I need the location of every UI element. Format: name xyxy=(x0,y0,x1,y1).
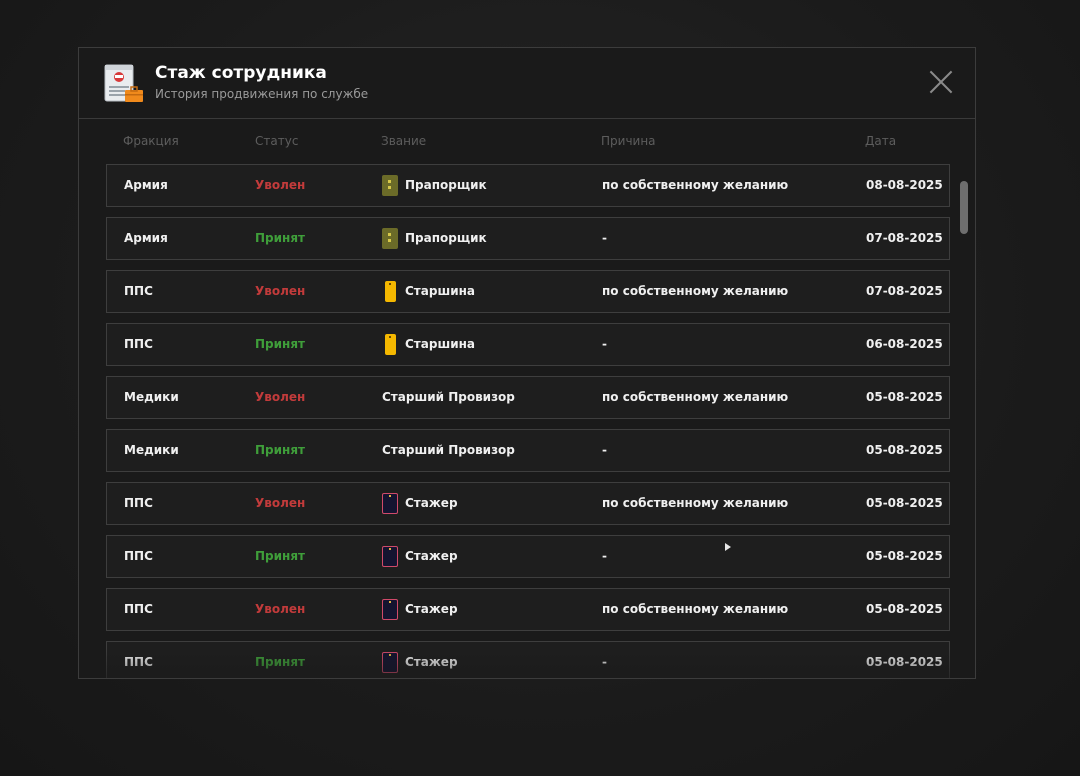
row-rank: Стажер xyxy=(405,549,458,563)
olive-shoulder-strap-icon xyxy=(382,175,398,196)
row-status: Уволен xyxy=(255,284,306,298)
row-faction: Медики xyxy=(124,443,179,457)
row-rank: Прапорщик xyxy=(405,178,487,192)
column-header-status: Статус xyxy=(255,134,299,148)
modal-header: Стаж сотрудника История продвижения по с… xyxy=(79,48,975,119)
row-date: 05-08-2025 xyxy=(866,549,943,563)
row-rank: Старшина xyxy=(405,337,475,351)
table-row[interactable]: ППС Принят Старшина - 06-08-2025 xyxy=(106,323,950,366)
row-reason: - xyxy=(602,655,607,669)
row-date: 05-08-2025 xyxy=(866,443,943,457)
row-date: 08-08-2025 xyxy=(866,178,943,192)
row-reason: по собственному желанию xyxy=(602,284,789,298)
row-rank: Стажер xyxy=(405,496,458,510)
row-date: 07-08-2025 xyxy=(866,231,943,245)
column-header-rank: Звание xyxy=(381,134,427,148)
row-reason: по собственному желанию xyxy=(602,602,789,616)
mouse-cursor xyxy=(725,543,731,551)
row-reason: - xyxy=(602,549,607,563)
row-faction: Армия xyxy=(124,178,168,192)
column-header-date: Дата xyxy=(865,134,897,148)
row-status: Принят xyxy=(255,549,305,563)
row-rank: Стажер xyxy=(405,602,458,616)
table-row[interactable]: ППС Уволен Старшина по собственному желанию… xyxy=(106,270,950,313)
history-list[interactable]: Армия Уволен Прапорщик по собственному жела… xyxy=(106,164,950,678)
row-rank: Стажер xyxy=(405,655,458,669)
row-status: Уволен xyxy=(255,178,306,192)
modal-subtitle: История продвижения по службе xyxy=(155,87,369,101)
row-reason: - xyxy=(602,443,607,457)
row-date: 05-08-2025 xyxy=(866,602,943,616)
close-icon[interactable] xyxy=(929,70,953,94)
row-rank: Старший Провизор xyxy=(382,443,515,457)
navy-shoulder-strap-icon xyxy=(382,546,398,567)
row-date: 05-08-2025 xyxy=(866,655,943,669)
navy-shoulder-strap-icon xyxy=(382,493,398,514)
employee-seniority-modal: Стаж сотрудника История продвижения по с… xyxy=(78,47,976,679)
table-row[interactable]: Армия Принят Прапорщик - 07-08-2025 xyxy=(106,217,950,260)
row-rank: Старший Провизор xyxy=(382,390,515,404)
row-faction: ППС xyxy=(124,496,153,510)
table-row[interactable]: Медики Принят Старший Провизор - 05-08-2025 xyxy=(106,429,950,472)
row-status: Уволен xyxy=(255,496,306,510)
navy-shoulder-strap-icon xyxy=(382,652,398,673)
table-row[interactable]: Армия Уволен Прапорщик по собственному жела… xyxy=(106,164,950,207)
row-reason: по собственному желанию xyxy=(602,178,789,192)
row-faction: Медики xyxy=(124,390,179,404)
table-row[interactable]: ППС Уволен Стажер по собственному желанию 05… xyxy=(106,482,950,525)
document-briefcase-icon xyxy=(104,64,143,102)
row-reason: по собственному желанию xyxy=(602,390,789,404)
row-faction: ППС xyxy=(124,284,153,298)
scrollbar-thumb[interactable] xyxy=(960,181,968,234)
row-date: 07-08-2025 xyxy=(866,284,943,298)
yellow-shoulder-strap-icon xyxy=(385,334,396,355)
row-rank: Прапорщик xyxy=(405,231,487,245)
column-header-faction: Фракция xyxy=(123,134,179,148)
row-status: Уволен xyxy=(255,602,306,616)
row-faction: Армия xyxy=(124,231,168,245)
column-header-reason: Причина xyxy=(601,134,656,148)
row-status: Уволен xyxy=(255,390,306,404)
olive-shoulder-strap-icon xyxy=(382,228,398,249)
row-reason: по собственному желанию xyxy=(602,496,789,510)
row-faction: ППС xyxy=(124,337,153,351)
row-faction: ППС xyxy=(124,602,153,616)
row-faction: ППС xyxy=(124,655,153,669)
table-row[interactable]: ППС Принят Стажер - 05-08-2025 xyxy=(106,641,950,678)
row-rank: Старшина xyxy=(405,284,475,298)
table-row[interactable]: ППС Уволен Стажер по собственному желанию 05… xyxy=(106,588,950,631)
row-status: Принят xyxy=(255,655,305,669)
row-reason: - xyxy=(602,337,607,351)
navy-shoulder-strap-icon xyxy=(382,599,398,620)
yellow-shoulder-strap-icon xyxy=(385,281,396,302)
row-status: Принят xyxy=(255,337,305,351)
row-status: Принят xyxy=(255,231,305,245)
table-row[interactable]: Медики Уволен Старший Провизор по собственн… xyxy=(106,376,950,419)
row-date: 06-08-2025 xyxy=(866,337,943,351)
modal-title: Стаж сотрудника xyxy=(155,63,327,83)
table-row[interactable]: ППС Принят Стажер - 05-08-2025 xyxy=(106,535,950,578)
row-faction: ППС xyxy=(124,549,153,563)
row-reason: - xyxy=(602,231,607,245)
row-status: Принят xyxy=(255,443,305,457)
row-date: 05-08-2025 xyxy=(866,496,943,510)
row-date: 05-08-2025 xyxy=(866,390,943,404)
